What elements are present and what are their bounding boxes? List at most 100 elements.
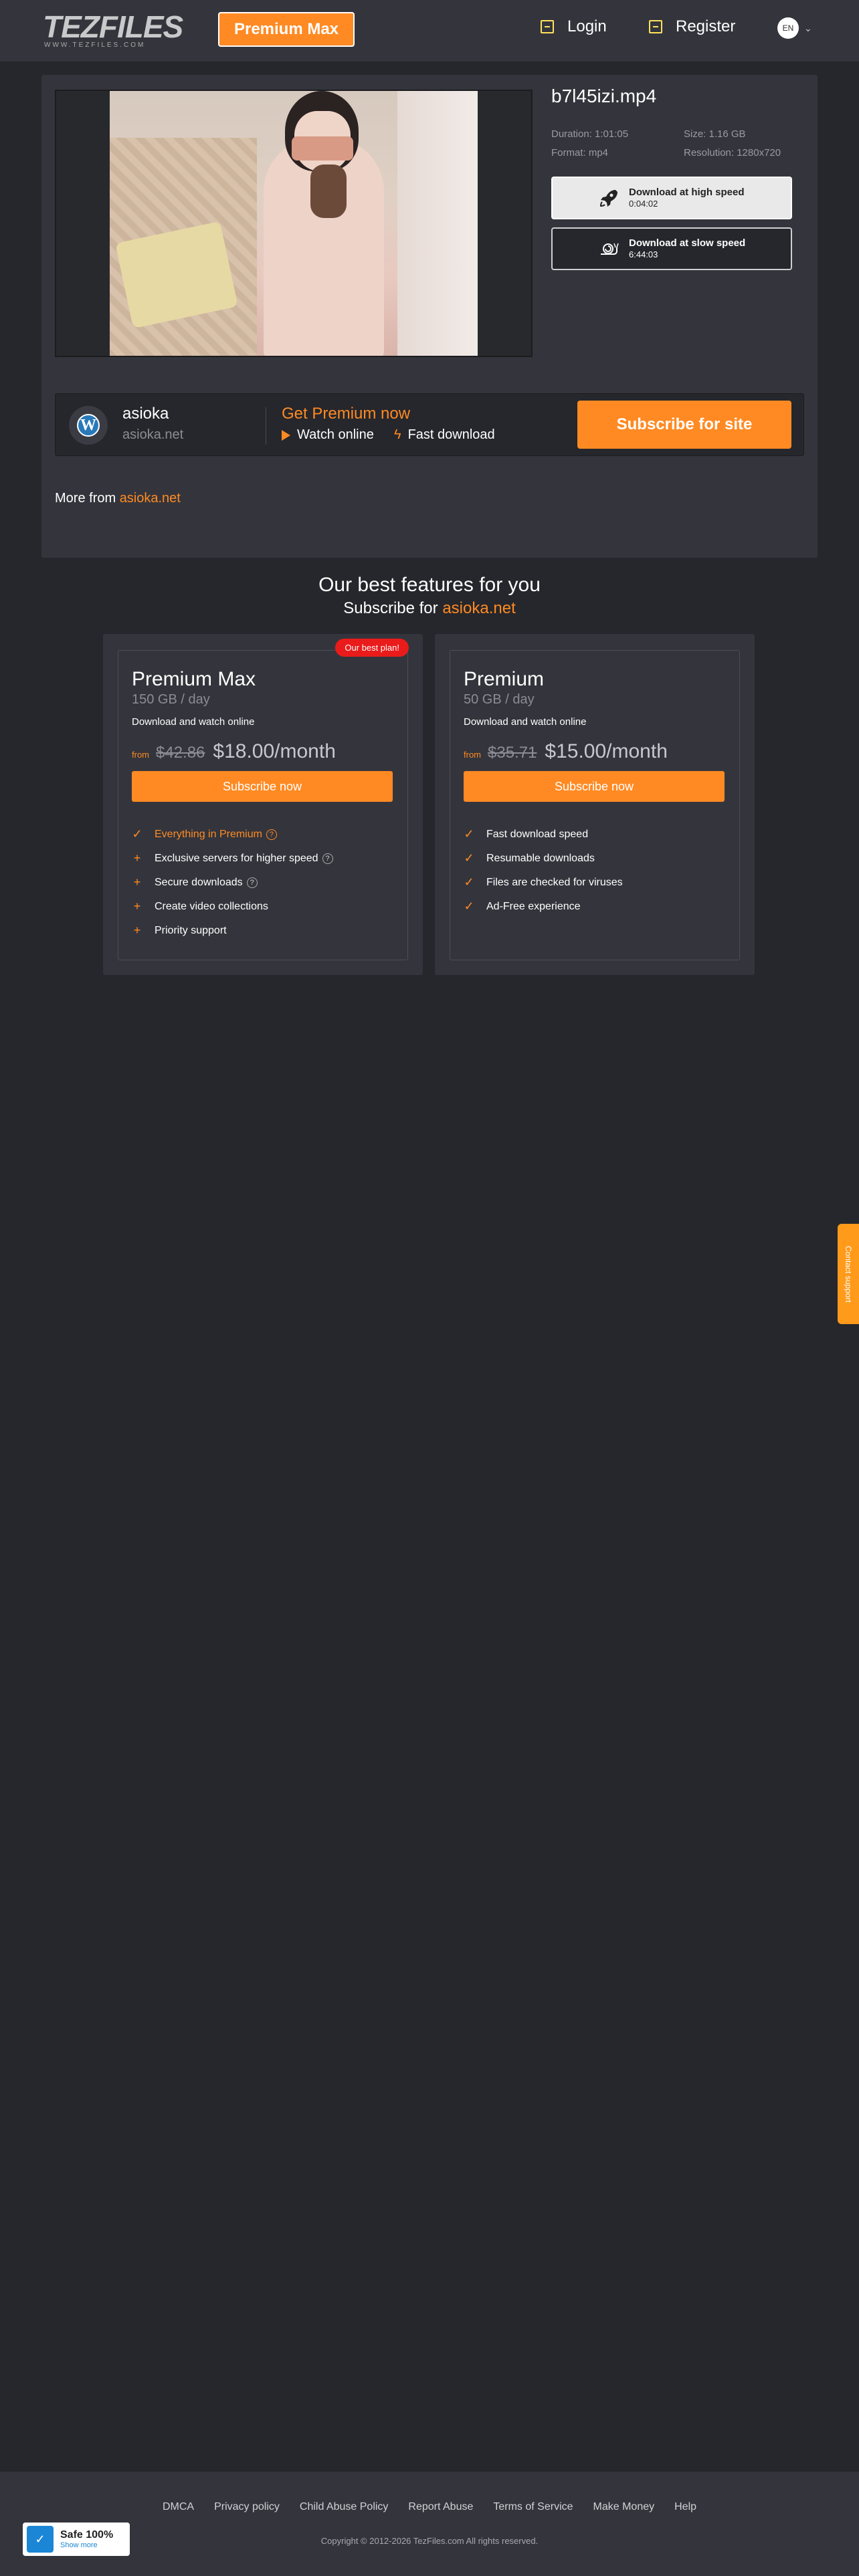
file-size: Size: 1.16 GB xyxy=(684,128,746,140)
plan-card-premium-max: Our best plan! Premium Max 150 GB / day … xyxy=(103,634,423,975)
contact-support-label: Contact support xyxy=(844,1245,853,1303)
plan-feature: + Priority support xyxy=(132,924,227,938)
plan-feature: ✓ Resumable downloads xyxy=(464,851,594,865)
plan-description: Download and watch online xyxy=(132,716,255,728)
plan-feature-label: Secure downloads xyxy=(155,876,243,888)
help-icon[interactable]: ? xyxy=(266,829,277,840)
language-code: EN xyxy=(777,17,799,39)
features-subtitle-site[interactable]: asioka.net xyxy=(442,599,515,617)
get-premium-heading: Get Premium now xyxy=(282,405,411,423)
logo-text: TEZFILES xyxy=(43,9,183,44)
subscribe-for-site-button[interactable]: Subscribe for site xyxy=(577,401,791,449)
best-plan-badge: Our best plan! xyxy=(335,639,409,657)
file-resolution: Resolution: 1280x720 xyxy=(684,147,781,158)
header: TEZFILES WWW.TEZFILES.COM Premium Max Lo… xyxy=(0,0,859,62)
contact-support-tab[interactable]: Contact support xyxy=(838,1224,859,1324)
file-duration: Duration: 1:01:05 xyxy=(551,128,629,140)
new-price: $15.00/month xyxy=(545,740,668,762)
plan-feature-label: Priority support xyxy=(155,924,227,936)
download-high-speed-label: Download at high speed xyxy=(629,187,745,198)
check-icon: ✓ xyxy=(464,875,474,889)
footer-link-dmca[interactable]: DMCA xyxy=(163,2501,194,2513)
site-logo[interactable]: TEZFILES WWW.TEZFILES.COM xyxy=(43,11,183,51)
plan-feature: + Secure downloads ? xyxy=(132,875,258,889)
plus-icon: + xyxy=(133,899,141,913)
site-avatar: W xyxy=(69,406,108,445)
more-from-prefix: More from xyxy=(55,491,116,506)
plan-name: Premium xyxy=(464,668,545,690)
plan-quota: 50 GB / day xyxy=(464,692,535,707)
plan-feature-label: Ad-Free experience xyxy=(486,900,581,912)
play-icon xyxy=(282,429,290,441)
bolt-icon: ϟ xyxy=(394,427,401,442)
plan-feature-label: Exclusive servers for higher speed xyxy=(155,852,318,864)
price-from: from xyxy=(132,750,149,760)
check-icon: ✓ xyxy=(464,899,474,913)
features-subtitle: Subscribe for asioka.net xyxy=(0,599,859,618)
footer: DMCA Privacy policy Child Abuse Policy R… xyxy=(0,2472,859,2576)
file-format: Format: mp4 xyxy=(551,147,609,158)
watch-online-feature: Watch online xyxy=(282,427,374,443)
video-player[interactable] xyxy=(55,90,533,357)
plan-inner: Premium 50 GB / day Download and watch o… xyxy=(450,650,740,960)
footer-link-privacy[interactable]: Privacy policy xyxy=(214,2501,280,2513)
download-high-speed-button[interactable]: Download at high speed 0:04:02 xyxy=(551,177,792,219)
safe-show-more[interactable]: Show more xyxy=(60,2541,113,2549)
plan-quota: 150 GB / day xyxy=(132,692,210,707)
register-link[interactable]: Register xyxy=(649,17,735,36)
fast-download-label: Fast download xyxy=(407,427,495,442)
download-slow-speed-label: Download at slow speed xyxy=(629,237,746,249)
footer-link-terms[interactable]: Terms of Service xyxy=(493,2501,573,2513)
footer-link-child-abuse[interactable]: Child Abuse Policy xyxy=(300,2501,389,2513)
plan-feature-label: Create video collections xyxy=(155,900,268,912)
site-name: asioka xyxy=(122,405,169,423)
plan-description: Download and watch online xyxy=(464,716,587,728)
plan-feature: ✓ Everything in Premium ? xyxy=(132,827,277,841)
rocket-icon xyxy=(599,190,617,207)
safe-badge[interactable]: ✓ Safe 100% Show more xyxy=(23,2523,130,2556)
subscribe-now-button[interactable]: Subscribe now xyxy=(464,771,725,802)
site-promo-box: W asioka asioka.net Get Premium now Watc… xyxy=(55,393,804,456)
footer-link-help[interactable]: Help xyxy=(674,2501,696,2513)
logo-subtext: WWW.TEZFILES.COM xyxy=(44,41,146,49)
safe-title: Safe 100% xyxy=(60,2529,114,2541)
download-slow-speed-time: 6:44:03 xyxy=(629,249,658,259)
plus-icon: + xyxy=(133,851,141,865)
footer-link-make-money[interactable]: Make Money xyxy=(593,2501,655,2513)
download-slow-speed-button[interactable]: Download at slow speed 6:44:03 xyxy=(551,227,792,270)
chevron-down-icon: ⌄ xyxy=(804,22,812,33)
plan-feature: + Exclusive servers for higher speed ? xyxy=(132,851,333,865)
new-price: $18.00/month xyxy=(213,740,336,762)
help-icon[interactable]: ? xyxy=(322,853,333,864)
language-selector[interactable]: EN ⌄ xyxy=(777,17,812,39)
help-icon[interactable]: ? xyxy=(246,877,258,888)
features-title: Our best features for you xyxy=(318,574,541,596)
plan-feature: ✓ Files are checked for viruses xyxy=(464,875,622,889)
download-high-speed-time: 0:04:02 xyxy=(629,199,658,209)
features-subtitle-prefix: Subscribe for xyxy=(343,599,438,617)
plan-name: Premium Max xyxy=(132,668,256,690)
subscribe-now-button[interactable]: Subscribe now xyxy=(132,771,393,802)
check-icon: ✓ xyxy=(464,827,474,841)
login-icon xyxy=(541,20,554,33)
plan-inner: Our best plan! Premium Max 150 GB / day … xyxy=(118,639,409,960)
plan-feature-label: Fast download speed xyxy=(486,828,589,840)
plus-icon: + xyxy=(133,875,141,889)
price-row: from $42.86 $18.00/month xyxy=(132,740,336,763)
premium-max-button[interactable]: Premium Max xyxy=(218,12,355,47)
login-label: Login xyxy=(567,17,607,35)
site-domain: asioka.net xyxy=(122,427,184,442)
register-icon xyxy=(649,20,662,33)
price-from: from xyxy=(464,750,481,760)
login-link[interactable]: Login xyxy=(541,17,607,36)
plan-card-premium: Premium 50 GB / day Download and watch o… xyxy=(435,634,755,975)
video-thumbnail[interactable] xyxy=(110,91,478,356)
plan-feature: ✓ Ad-Free experience xyxy=(464,899,581,914)
footer-links: DMCA Privacy policy Child Abuse Policy R… xyxy=(0,2501,859,2513)
plus-icon: + xyxy=(133,924,141,937)
plan-feature-label: Everything in Premium xyxy=(155,828,262,840)
register-label: Register xyxy=(676,17,736,35)
more-from-link[interactable]: asioka.net xyxy=(120,491,181,506)
file-name: b7l45izi.mp4 xyxy=(551,86,657,106)
footer-link-report-abuse[interactable]: Report Abuse xyxy=(408,2501,473,2513)
